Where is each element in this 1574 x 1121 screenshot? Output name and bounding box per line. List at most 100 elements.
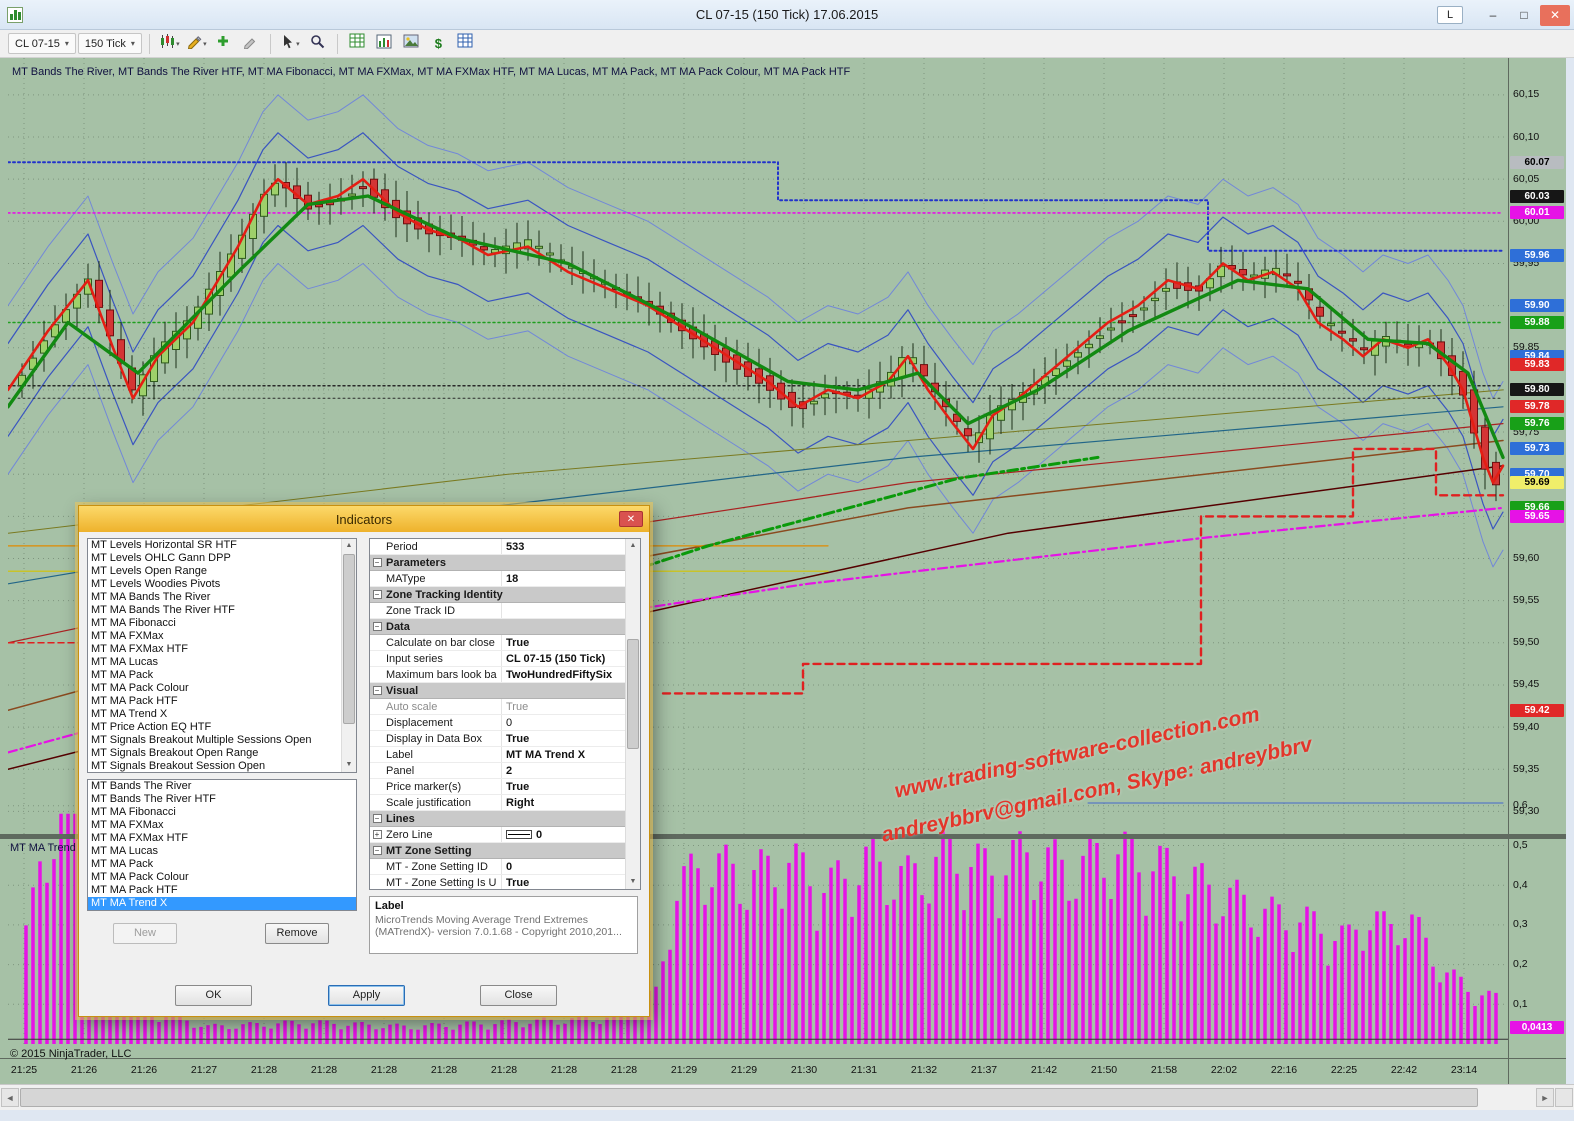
property-value[interactable]: True: [502, 875, 627, 890]
scroll-left-button[interactable]: ◄: [1, 1088, 19, 1107]
property-row[interactable]: Zone Track ID: [370, 603, 627, 619]
expand-icon[interactable]: +: [373, 830, 382, 839]
close-dialog-button[interactable]: Close: [480, 985, 557, 1006]
cursor-tool-button[interactable]: ▾: [278, 33, 303, 55]
list-item[interactable]: MT MA Pack Colour: [88, 871, 356, 884]
property-row[interactable]: Scale justificationRight: [370, 795, 627, 811]
list-item[interactable]: MT MA Lucas: [88, 656, 356, 669]
list-item[interactable]: MT MA FXMax: [88, 819, 356, 832]
applied-indicator-list[interactable]: MT Bands The RiverMT Bands The River HTF…: [87, 779, 357, 911]
property-row[interactable]: +Zero Line0: [370, 827, 627, 843]
list-item[interactable]: MT MA FXMax: [88, 630, 356, 643]
property-value[interactable]: 0: [502, 715, 627, 730]
scroll-down-icon[interactable]: ▼: [342, 758, 356, 772]
property-value[interactable]: 0: [502, 859, 627, 874]
property-value[interactable]: True: [502, 779, 627, 794]
list-item[interactable]: MT MA Pack HTF: [88, 884, 356, 897]
property-value[interactable]: 0: [502, 827, 627, 842]
collapse-icon[interactable]: −: [373, 686, 382, 695]
zoom-button[interactable]: [305, 33, 330, 55]
property-value[interactable]: 533: [502, 539, 627, 554]
list-item[interactable]: MT Bands The River HTF: [88, 793, 356, 806]
interval-dropdown[interactable]: 150 Tick ▾: [78, 33, 142, 54]
list-item[interactable]: MT Bands The River: [88, 780, 356, 793]
list-item[interactable]: MT MA Fibonacci: [88, 806, 356, 819]
property-row[interactable]: Calculate on bar closeTrue: [370, 635, 627, 651]
format-object-button[interactable]: [238, 33, 263, 55]
list-item[interactable]: MT Levels OHLC Gann DPP: [88, 552, 356, 565]
property-row[interactable]: Displacement0: [370, 715, 627, 731]
property-value[interactable]: True: [502, 635, 627, 650]
collapse-icon[interactable]: −: [373, 558, 382, 567]
property-row[interactable]: LabelMT MA Trend X: [370, 747, 627, 763]
dialog-close-button[interactable]: ✕: [619, 511, 643, 527]
properties-button[interactable]: [453, 33, 478, 55]
available-indicator-list[interactable]: MT Levels Horizontal SR HTFMT Levels OHL…: [87, 538, 357, 773]
property-row[interactable]: MT - Zone Setting ID0: [370, 859, 627, 875]
list-item[interactable]: MT Levels Horizontal SR HTF: [88, 539, 356, 552]
list-item[interactable]: MT Signals Breakout Open Range: [88, 747, 356, 760]
property-row[interactable]: Maximum bars look baTwoHundredFiftySix: [370, 667, 627, 683]
instrument-dropdown[interactable]: CL 07-15 ▾: [8, 33, 76, 54]
property-value[interactable]: CL 07-15 (150 Tick): [502, 651, 627, 666]
chart-style-button[interactable]: ▾: [157, 33, 182, 55]
grid-scrollbar[interactable]: ▲ ▼: [625, 539, 640, 889]
property-value[interactable]: TwoHundredFiftySix: [502, 667, 627, 682]
snapshot-button[interactable]: [399, 33, 424, 55]
ok-button[interactable]: OK: [175, 985, 252, 1006]
scrollbar-thumb[interactable]: [343, 554, 355, 724]
collapse-icon[interactable]: −: [373, 622, 382, 631]
close-button[interactable]: ✕: [1540, 5, 1570, 26]
property-row[interactable]: Period533: [370, 539, 627, 555]
maximize-button[interactable]: □: [1509, 5, 1539, 26]
scroll-up-icon[interactable]: ▲: [342, 539, 356, 553]
list-item[interactable]: MT MA Trend X: [88, 708, 356, 721]
property-value[interactable]: 2: [502, 763, 627, 778]
scrollbar-thumb[interactable]: [20, 1088, 1478, 1107]
list-item[interactable]: MT Signals Breakout Session Open: [88, 760, 356, 773]
property-row[interactable]: MAType18: [370, 571, 627, 587]
property-section[interactable]: −Visual: [370, 683, 627, 699]
property-row[interactable]: MT - Zone Setting Is UTrue: [370, 875, 627, 890]
link-button[interactable]: L: [1437, 6, 1463, 24]
list-item[interactable]: MT MA Trend X: [88, 897, 356, 910]
property-section[interactable]: −Parameters: [370, 555, 627, 571]
horizontal-scrollbar[interactable]: ◄ ►: [0, 1084, 1574, 1110]
property-section[interactable]: −Data: [370, 619, 627, 635]
property-row[interactable]: Input seriesCL 07-15 (150 Tick): [370, 651, 627, 667]
list-item[interactable]: MT Signals Breakout Multiple Sessions Op…: [88, 734, 356, 747]
list-item[interactable]: MT MA FXMax HTF: [88, 643, 356, 656]
remove-button[interactable]: Remove: [265, 923, 329, 944]
list-item[interactable]: MT Levels Woodies Pivots: [88, 578, 356, 591]
property-value[interactable]: True: [502, 731, 627, 746]
property-section[interactable]: −MT Zone Setting: [370, 843, 627, 859]
list-item[interactable]: MT MA FXMax HTF: [88, 832, 356, 845]
scroll-right-button[interactable]: ►: [1536, 1088, 1554, 1107]
collapse-icon[interactable]: −: [373, 846, 382, 855]
scrollbar-thumb[interactable]: [627, 639, 639, 749]
property-value[interactable]: Right: [502, 795, 627, 810]
list-scrollbar[interactable]: ▲ ▼: [341, 539, 356, 772]
property-value[interactable]: 18: [502, 571, 627, 586]
list-item[interactable]: MT MA Bands The River: [88, 591, 356, 604]
scroll-up-icon[interactable]: ▲: [626, 539, 640, 553]
list-item[interactable]: MT Price Action EQ HTF: [88, 721, 356, 734]
property-row[interactable]: Display in Data BoxTrue: [370, 731, 627, 747]
collapse-icon[interactable]: −: [373, 590, 382, 599]
property-row[interactable]: Panel2: [370, 763, 627, 779]
chart-trader-button[interactable]: [372, 33, 397, 55]
list-item[interactable]: MT MA Lucas: [88, 845, 356, 858]
list-item[interactable]: MT Levels Open Range: [88, 565, 356, 578]
list-item[interactable]: MT MA Pack: [88, 669, 356, 682]
dialog-title-bar[interactable]: Indicators: [79, 506, 649, 532]
add-object-button[interactable]: [211, 33, 236, 55]
apply-button[interactable]: Apply: [328, 985, 405, 1006]
property-section[interactable]: −Lines: [370, 811, 627, 827]
property-value[interactable]: [502, 603, 627, 618]
list-item[interactable]: MT MA Bands The River HTF: [88, 604, 356, 617]
list-item[interactable]: MT MA Pack HTF: [88, 695, 356, 708]
list-item[interactable]: MT MA Pack Colour: [88, 682, 356, 695]
data-grid-button[interactable]: [345, 33, 370, 55]
property-grid[interactable]: Period533−ParametersMAType18−Zone Tracki…: [369, 538, 641, 890]
minimize-button[interactable]: –: [1478, 5, 1508, 26]
